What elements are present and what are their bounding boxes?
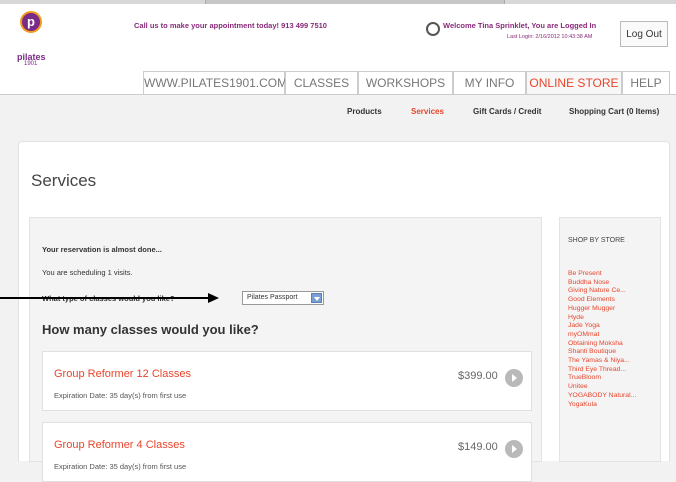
promo-text: Call us to make your appointment today! … xyxy=(134,21,327,30)
store-link[interactable]: Be Present xyxy=(568,270,636,279)
class-count-heading: How many classes would you like? xyxy=(42,322,259,337)
select-offer-button[interactable] xyxy=(505,369,523,387)
class-type-select[interactable]: Pilates Passport xyxy=(242,291,324,305)
subnav-gift-cards[interactable]: Gift Cards / Credit xyxy=(473,107,541,116)
tab-classes[interactable]: CLASSES xyxy=(285,71,358,94)
select-offer-button[interactable] xyxy=(505,440,523,458)
reservation-panel: Your reservation is almost done... You a… xyxy=(29,217,542,482)
chevron-right-icon xyxy=(512,445,517,453)
store-link[interactable]: YogaKula xyxy=(568,401,636,410)
store-link[interactable]: myOMmat xyxy=(568,331,636,340)
store-link[interactable]: Shanti Boutique xyxy=(568,348,636,357)
pilates-logo-icon[interactable]: p xyxy=(20,11,42,33)
annotation-arrow-icon xyxy=(208,293,219,303)
tab-my-info[interactable]: MY INFO xyxy=(453,71,526,94)
store-link[interactable]: YOGABODY Natural... xyxy=(568,392,636,401)
store-link[interactable]: Buddha Nose xyxy=(568,279,636,288)
store-link[interactable]: Jade Yoga xyxy=(568,322,636,331)
store-link[interactable]: Hugger Mugger xyxy=(568,305,636,314)
logout-button[interactable]: Log Out xyxy=(620,21,668,47)
main-nav: WWW.PILATES1901.COM CLASSES WORKSHOPS MY… xyxy=(0,66,676,95)
subnav-products[interactable]: Products xyxy=(347,107,382,116)
store-link[interactable]: Good Elements xyxy=(568,296,636,305)
offer-card[interactable]: Group Reformer 4 Classes Expiration Date… xyxy=(42,422,532,482)
tab-workshops[interactable]: WORKSHOPS xyxy=(358,71,453,94)
store-link[interactable]: Obtaining Moksha xyxy=(568,340,636,349)
store-link[interactable]: Unitee xyxy=(568,383,636,392)
store-list: Be Present Buddha Nose Giving Nature Ce.… xyxy=(568,270,636,409)
offer-name[interactable]: Group Reformer 12 Classes xyxy=(54,368,191,380)
offer-price: $149.00 xyxy=(458,441,498,453)
store-link[interactable]: The Yamas & Niya... xyxy=(568,357,636,366)
tab-pilates1901-com[interactable]: WWW.PILATES1901.COM xyxy=(143,71,287,94)
dropdown-button[interactable] xyxy=(311,293,322,303)
services-card: Services Your reservation is almost done… xyxy=(18,141,670,482)
user-status-icon xyxy=(426,22,440,36)
scheduling-count: You are scheduling 1 visits. xyxy=(42,268,133,277)
tab-online-store[interactable]: ONLINE STORE xyxy=(526,71,622,94)
offer-name[interactable]: Group Reformer 4 Classes xyxy=(54,439,185,451)
chevron-down-icon xyxy=(314,297,320,301)
offer-card[interactable]: Group Reformer 12 Classes Expiration Dat… xyxy=(42,351,532,411)
offer-price: $399.00 xyxy=(458,370,498,382)
store-link[interactable]: Giving Nature Ce... xyxy=(568,287,636,296)
shop-by-store-panel: SHOP BY STORE Be Present Buddha Nose Giv… xyxy=(559,217,661,462)
store-link[interactable]: TrueBloom xyxy=(568,374,636,383)
offer-expiration: Expiration Date: 35 day(s) from first us… xyxy=(54,462,187,471)
shop-by-store-heading: SHOP BY STORE xyxy=(568,237,625,244)
welcome-text: Welcome Tina Sprinklet, You are Logged I… xyxy=(443,21,597,30)
chevron-right-icon xyxy=(512,374,517,382)
subnav-services[interactable]: Services xyxy=(411,107,444,116)
site-header: p pilates 1901 Call us to make your appo… xyxy=(0,4,676,67)
store-subnav: Products Services Gift Cards / Credit Sh… xyxy=(0,95,676,135)
subnav-shopping-cart[interactable]: Shopping Cart (0 Items) xyxy=(569,107,659,116)
offer-expiration: Expiration Date: 35 day(s) from first us… xyxy=(54,391,187,400)
tab-help[interactable]: HELP xyxy=(622,71,670,94)
page-title: Services xyxy=(31,171,97,190)
store-link[interactable]: Hyde xyxy=(568,314,636,323)
logo-letter: p xyxy=(27,14,35,29)
annotation-arrow-line xyxy=(0,297,210,299)
store-link[interactable]: Third Eye Thread... xyxy=(568,366,636,375)
last-login-text: Last Login: 2/16/2012 10:43:38 AM xyxy=(507,34,593,40)
class-type-value: Pilates Passport xyxy=(247,294,298,301)
reservation-status: Your reservation is almost done... xyxy=(42,245,162,254)
